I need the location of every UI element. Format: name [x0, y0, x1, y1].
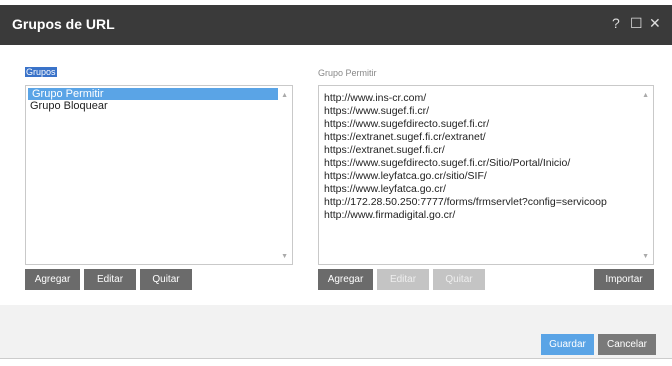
- urls-textarea[interactable]: http://www.ins-cr.com/ https://www.sugef…: [318, 85, 654, 265]
- urls-import-button[interactable]: Importar: [594, 269, 654, 290]
- dialog-title: Grupos de URL: [12, 16, 115, 32]
- url-item: https://extranet.sugef.fi.cr/extranet/: [324, 131, 486, 143]
- group-item-bloquear[interactable]: Grupo Bloquear: [26, 100, 292, 112]
- groups-edit-button[interactable]: Editar: [84, 269, 136, 290]
- url-item: http://www.firmadigital.go.cr/: [324, 209, 456, 221]
- scroll-down-icon[interactable]: ▼: [642, 253, 649, 260]
- url-item: https://www.leyfatca.go.cr/sitio/SIF/: [324, 170, 487, 182]
- url-item: http://172.28.50.250:7777/forms/frmservl…: [324, 196, 607, 208]
- scroll-up-icon[interactable]: ▲: [281, 92, 288, 99]
- url-item: https://www.sugefdirecto.sugef.fi.cr/Sit…: [324, 157, 571, 169]
- groups-list[interactable]: Grupo Permitir Grupo Bloquear ▲ ▼: [25, 85, 293, 265]
- save-button[interactable]: Guardar: [541, 334, 594, 355]
- urls-edit-button[interactable]: Editar: [377, 269, 429, 290]
- url-groups-dialog: Grupos de URL ? ☐ ✕ Grupos Grupo Permiti…: [0, 5, 672, 360]
- urls-remove-button[interactable]: Quitar: [433, 269, 485, 290]
- cancel-button[interactable]: Cancelar: [598, 334, 656, 355]
- urls-add-button[interactable]: Agregar: [318, 269, 373, 290]
- urls-label: Grupo Permitir: [318, 68, 377, 78]
- groups-label: Grupos: [25, 67, 57, 77]
- maximize-icon[interactable]: ☐: [630, 15, 643, 32]
- dialog-footer: Guardar Cancelar: [0, 305, 672, 360]
- dialog-titlebar: Grupos de URL ? ☐ ✕: [0, 5, 672, 45]
- help-icon[interactable]: ?: [612, 15, 620, 31]
- background-window-strip-bottom: [0, 358, 672, 366]
- group-item-permitir[interactable]: Grupo Permitir: [28, 88, 278, 100]
- groups-add-button[interactable]: Agregar: [25, 269, 80, 290]
- url-item: https://extranet.sugef.fi.cr/: [324, 144, 445, 156]
- url-item: https://www.leyfatca.go.cr/: [324, 183, 446, 195]
- scroll-up-icon[interactable]: ▲: [642, 92, 649, 99]
- close-icon[interactable]: ✕: [649, 15, 661, 32]
- url-item: http://www.ins-cr.com/: [324, 92, 427, 104]
- url-item: https://www.sugef.fi.cr/: [324, 105, 430, 117]
- scroll-down-icon[interactable]: ▼: [281, 253, 288, 260]
- urls-list: http://www.ins-cr.com/ https://www.sugef…: [319, 86, 639, 222]
- groups-remove-button[interactable]: Quitar: [140, 269, 192, 290]
- url-item: https://www.sugefdirecto.sugef.fi.cr/: [324, 118, 490, 130]
